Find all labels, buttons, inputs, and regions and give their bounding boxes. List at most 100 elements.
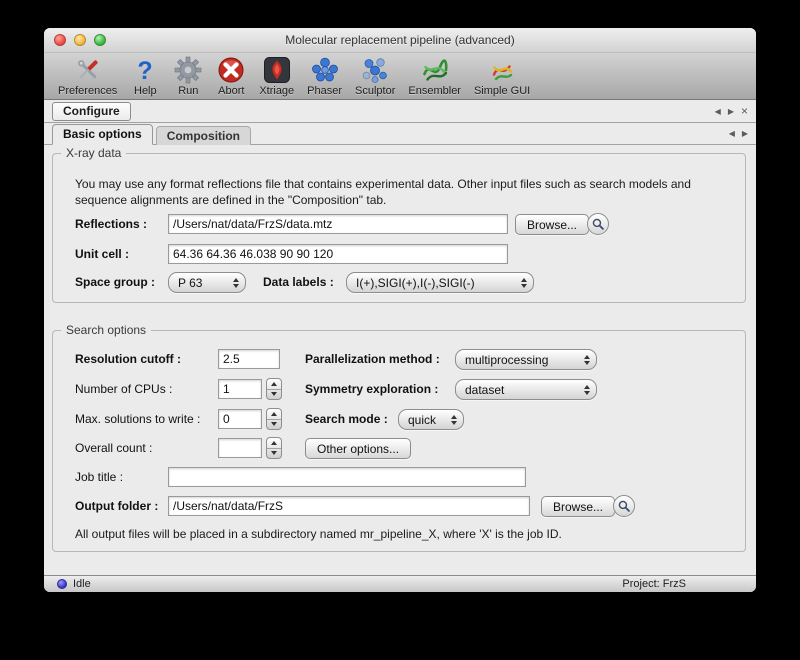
cpus-stepper-up-button[interactable] <box>267 379 281 390</box>
max-solutions-stepper-down-button[interactable] <box>267 420 281 430</box>
status-bar: Idle Project: FrzS <box>44 575 756 592</box>
overall-count-input[interactable] <box>218 438 262 458</box>
close-window-button[interactable] <box>54 34 66 46</box>
overall-count-label: Overall count : <box>75 437 152 459</box>
popup-arrows-icon <box>451 410 457 429</box>
toolbar-button-sculptor[interactable]: Sculptor <box>355 55 395 97</box>
output-inspect-button[interactable] <box>613 495 635 517</box>
project-label: Project: FrzS <box>622 578 686 590</box>
symmetry-label: Symmetry exploration : <box>305 378 438 400</box>
parallelization-value: multiprocessing <box>465 353 548 367</box>
search-mode-label: Search mode : <box>305 408 388 430</box>
toolbar-button-simple-gui[interactable]: Simple GUI <box>474 55 530 97</box>
app-window: Molecular replacement pipeline (advanced… <box>44 28 756 592</box>
data-labels-value: I(+),SIGI(+),I(-),SIGI(-) <box>356 276 475 290</box>
magnifier-icon <box>617 499 631 513</box>
overall-count-row: Overall count : Other options... <box>53 437 745 459</box>
unit-cell-label: Unit cell : <box>75 243 129 265</box>
output-folder-label: Output folder : <box>75 495 158 517</box>
toolbar-label-help: Help <box>134 85 157 97</box>
reflections-browse-button[interactable]: Browse... <box>515 214 589 235</box>
reflections-inspect-button[interactable] <box>587 213 609 235</box>
window-controls <box>54 34 106 46</box>
search-options-group: Search options Resolution cutoff : Paral… <box>52 330 746 552</box>
overall-count-stepper-up-button[interactable] <box>267 438 281 449</box>
overall-count-stepper-down-button[interactable] <box>267 449 281 459</box>
cpus-input[interactable] <box>218 379 262 399</box>
job-title-input[interactable] <box>168 467 526 487</box>
output-folder-input[interactable] <box>168 496 530 516</box>
toolbar-button-xtriage[interactable]: Xtriage <box>259 55 294 97</box>
toolbar-label-ensembler: Ensembler <box>408 85 461 97</box>
toolbar-label-preferences: Preferences <box>58 85 117 97</box>
preferences-icon <box>73 55 103 85</box>
toolbar-label-sculptor: Sculptor <box>355 85 395 97</box>
toolbar-button-preferences[interactable]: Preferences <box>58 55 117 97</box>
subtab-scroll-left-icon[interactable]: ◀ <box>729 129 735 138</box>
resolution-row: Resolution cutoff : Parallelization meth… <box>53 348 745 370</box>
cpus-row: Number of CPUs : Symmetry exploration : … <box>53 378 745 400</box>
popup-arrows-icon <box>233 273 239 292</box>
title-bar: Molecular replacement pipeline (advanced… <box>44 28 756 53</box>
abort-icon <box>216 55 246 85</box>
parallelization-label: Parallelization method : <box>305 348 440 370</box>
resolution-input[interactable] <box>218 349 280 369</box>
status-text: Idle <box>73 578 91 590</box>
max-solutions-row: Max. solutions to write : Search mode : … <box>53 408 745 430</box>
tab-basic-options[interactable]: Basic options <box>52 124 153 145</box>
toolbar-label-abort: Abort <box>218 85 244 97</box>
max-solutions-input[interactable] <box>218 409 262 429</box>
zoom-window-button[interactable] <box>94 34 106 46</box>
configure-tab-row: Configure ◀ ▶ × <box>44 100 756 123</box>
xray-data-group: X-ray data You may use any format reflec… <box>52 153 746 303</box>
search-mode-dropdown[interactable]: quick <box>398 409 464 430</box>
simple-gui-icon <box>487 55 517 85</box>
data-labels-label: Data labels : <box>263 271 334 293</box>
popup-arrows-icon <box>584 350 590 369</box>
toolbar-label-run: Run <box>178 85 198 97</box>
other-options-button[interactable]: Other options... <box>305 438 411 459</box>
minimize-window-button[interactable] <box>74 34 86 46</box>
data-labels-dropdown[interactable]: I(+),SIGI(+),I(-),SIGI(-) <box>346 272 534 293</box>
overall-count-stepper <box>266 437 282 459</box>
reflections-input[interactable] <box>168 214 508 234</box>
space-group-label: Space group : <box>75 271 155 293</box>
max-solutions-label: Max. solutions to write : <box>75 408 200 430</box>
toolbar-button-abort[interactable]: Abort <box>216 55 246 97</box>
max-solutions-stepper <box>266 408 282 430</box>
subtab-scroll-right-icon[interactable]: ▶ <box>742 129 748 138</box>
magnifier-icon <box>591 217 605 231</box>
unit-cell-input[interactable] <box>168 244 508 264</box>
tab-composition[interactable]: Composition <box>156 126 251 145</box>
ensembler-icon <box>420 55 450 85</box>
xray-info-text: You may use any format reflections file … <box>75 176 723 208</box>
output-browse-button[interactable]: Browse... <box>541 496 615 517</box>
main-content: Configure ◀ ▶ × Basic options Compositio… <box>44 100 756 575</box>
tab-close-icon[interactable]: × <box>741 107 748 115</box>
tab-scroll-left-icon[interactable]: ◀ <box>715 107 721 116</box>
popup-arrows-icon <box>584 380 590 399</box>
resolution-label: Resolution cutoff : <box>75 348 181 370</box>
window-title: Molecular replacement pipeline (advanced… <box>285 33 514 47</box>
xray-group-title: X-ray data <box>61 146 126 160</box>
options-tab-row: Basic options Composition ◀ ▶ <box>44 123 756 145</box>
toolbar-button-phaser[interactable]: Phaser <box>307 55 342 97</box>
output-note-text: All output files will be placed in a sub… <box>75 527 562 541</box>
sculptor-icon <box>360 55 390 85</box>
cpus-stepper-down-button[interactable] <box>267 390 281 400</box>
svg-text:?: ? <box>138 57 153 85</box>
max-solutions-stepper-up-button[interactable] <box>267 409 281 420</box>
parallelization-dropdown[interactable]: multiprocessing <box>455 349 597 370</box>
tab-configure[interactable]: Configure <box>52 102 131 121</box>
popup-arrows-icon <box>521 273 527 292</box>
search-mode-value: quick <box>408 413 436 427</box>
toolbar-button-ensembler[interactable]: Ensembler <box>408 55 461 97</box>
space-group-value: P 63 <box>178 276 202 290</box>
symmetry-dropdown[interactable]: dataset <box>455 379 597 400</box>
toolbar-button-run[interactable]: Run <box>173 55 203 97</box>
job-title-row: Job title : <box>53 466 745 488</box>
toolbar-label-simple-gui: Simple GUI <box>474 85 530 97</box>
tab-scroll-right-icon[interactable]: ▶ <box>728 107 734 116</box>
toolbar-button-help[interactable]: ? Help <box>130 55 160 97</box>
space-group-dropdown[interactable]: P 63 <box>168 272 246 293</box>
